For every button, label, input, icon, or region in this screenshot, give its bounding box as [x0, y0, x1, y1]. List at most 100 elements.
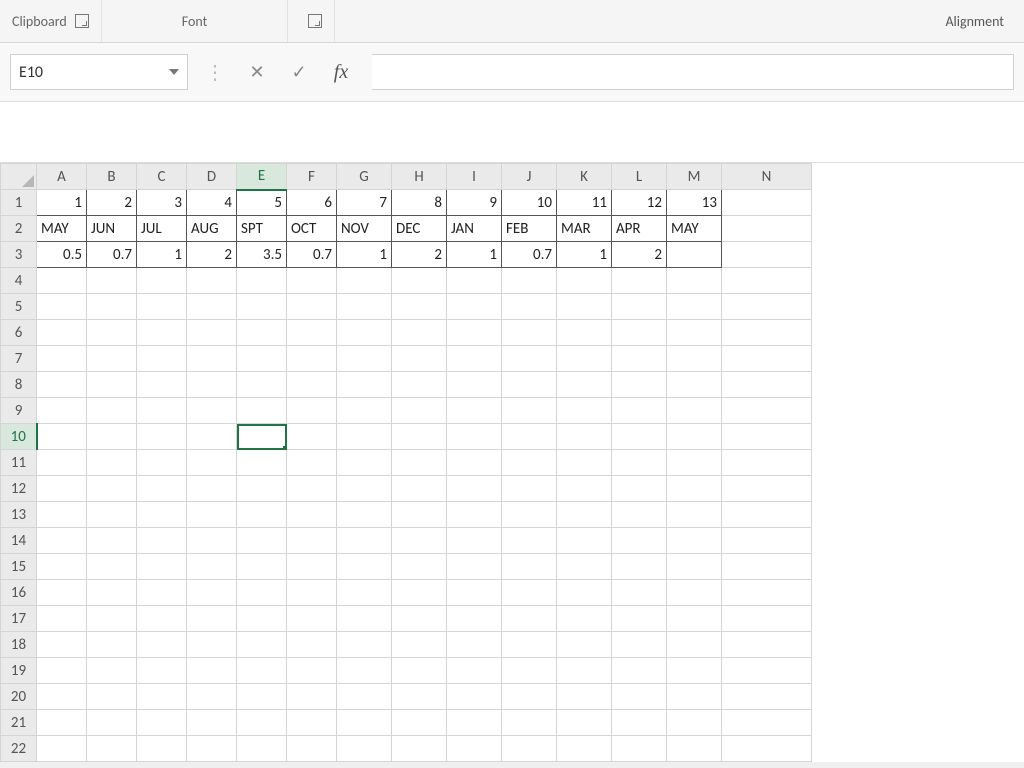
- cell[interactable]: [502, 294, 557, 320]
- select-all-corner[interactable]: [1, 164, 37, 190]
- cell[interactable]: [187, 710, 237, 736]
- cell[interactable]: [447, 554, 502, 580]
- cell[interactable]: [502, 580, 557, 606]
- cell[interactable]: [667, 294, 722, 320]
- cell[interactable]: [612, 346, 667, 372]
- cell[interactable]: [667, 684, 722, 710]
- column-header[interactable]: I: [447, 164, 502, 190]
- cell[interactable]: [137, 606, 187, 632]
- cell[interactable]: [447, 398, 502, 424]
- cell[interactable]: [37, 658, 87, 684]
- cell[interactable]: [667, 372, 722, 398]
- cell[interactable]: [37, 502, 87, 528]
- cell[interactable]: 10: [502, 190, 557, 216]
- cell[interactable]: [667, 528, 722, 554]
- cell[interactable]: [37, 580, 87, 606]
- cell[interactable]: [667, 658, 722, 684]
- cell[interactable]: [502, 398, 557, 424]
- cell[interactable]: [557, 268, 612, 294]
- cell[interactable]: [237, 502, 287, 528]
- cell[interactable]: [187, 372, 237, 398]
- cell[interactable]: [287, 710, 337, 736]
- cell[interactable]: 0.5: [37, 242, 87, 268]
- cell[interactable]: [87, 580, 137, 606]
- row-header[interactable]: 6: [1, 320, 37, 346]
- cell[interactable]: NOV: [337, 216, 392, 242]
- cell[interactable]: [87, 632, 137, 658]
- cell[interactable]: [502, 372, 557, 398]
- cell[interactable]: [37, 528, 87, 554]
- cell[interactable]: 9: [447, 190, 502, 216]
- cell[interactable]: [447, 268, 502, 294]
- cell[interactable]: FEB: [502, 216, 557, 242]
- column-header[interactable]: J: [502, 164, 557, 190]
- cell[interactable]: [392, 294, 447, 320]
- column-header[interactable]: G: [337, 164, 392, 190]
- cell[interactable]: [37, 294, 87, 320]
- cell[interactable]: [287, 684, 337, 710]
- cell[interactable]: [392, 736, 447, 762]
- cell[interactable]: [187, 398, 237, 424]
- cell[interactable]: [722, 216, 812, 242]
- cell[interactable]: [287, 606, 337, 632]
- cell[interactable]: [612, 710, 667, 736]
- cell[interactable]: [612, 606, 667, 632]
- row-header[interactable]: 5: [1, 294, 37, 320]
- cell[interactable]: [612, 320, 667, 346]
- enter-formula-button[interactable]: ✓: [278, 53, 320, 91]
- cell[interactable]: [237, 372, 287, 398]
- cell[interactable]: [667, 450, 722, 476]
- cell[interactable]: [722, 476, 812, 502]
- cell[interactable]: [37, 710, 87, 736]
- cell[interactable]: [502, 268, 557, 294]
- cell[interactable]: [722, 554, 812, 580]
- row-header[interactable]: 9: [1, 398, 37, 424]
- cell[interactable]: [287, 268, 337, 294]
- cell[interactable]: [557, 554, 612, 580]
- cell[interactable]: [87, 554, 137, 580]
- cell[interactable]: [187, 476, 237, 502]
- cell[interactable]: [557, 502, 612, 528]
- cell[interactable]: [557, 320, 612, 346]
- cell[interactable]: [447, 710, 502, 736]
- cell[interactable]: [502, 684, 557, 710]
- cell[interactable]: [37, 424, 87, 450]
- insert-function-button[interactable]: fx: [320, 53, 362, 91]
- cell[interactable]: [137, 580, 187, 606]
- cell[interactable]: [612, 632, 667, 658]
- cell[interactable]: [447, 450, 502, 476]
- row-header[interactable]: 2: [1, 216, 37, 242]
- cell[interactable]: [612, 294, 667, 320]
- cell[interactable]: 8: [392, 190, 447, 216]
- cell[interactable]: 1: [337, 242, 392, 268]
- row-header[interactable]: 13: [1, 502, 37, 528]
- cell[interactable]: [557, 424, 612, 450]
- cell[interactable]: 1: [137, 242, 187, 268]
- cell[interactable]: [137, 424, 187, 450]
- cell[interactable]: [37, 450, 87, 476]
- cell[interactable]: [337, 320, 392, 346]
- cell[interactable]: [502, 320, 557, 346]
- cell[interactable]: [37, 320, 87, 346]
- cell[interactable]: [337, 736, 392, 762]
- cell[interactable]: [137, 320, 187, 346]
- cell[interactable]: 11: [557, 190, 612, 216]
- cell[interactable]: [337, 450, 392, 476]
- cell[interactable]: [137, 658, 187, 684]
- cell[interactable]: [392, 632, 447, 658]
- cell[interactable]: [237, 398, 287, 424]
- cell[interactable]: [337, 398, 392, 424]
- cell[interactable]: [557, 684, 612, 710]
- cell[interactable]: [237, 320, 287, 346]
- cell[interactable]: [237, 346, 287, 372]
- cell[interactable]: 1: [557, 242, 612, 268]
- cell[interactable]: [287, 736, 337, 762]
- cell[interactable]: [137, 476, 187, 502]
- cell[interactable]: [447, 632, 502, 658]
- cell[interactable]: [87, 710, 137, 736]
- cell[interactable]: [87, 450, 137, 476]
- cell[interactable]: [667, 502, 722, 528]
- cell[interactable]: [447, 424, 502, 450]
- cell[interactable]: [612, 476, 667, 502]
- cell[interactable]: [557, 606, 612, 632]
